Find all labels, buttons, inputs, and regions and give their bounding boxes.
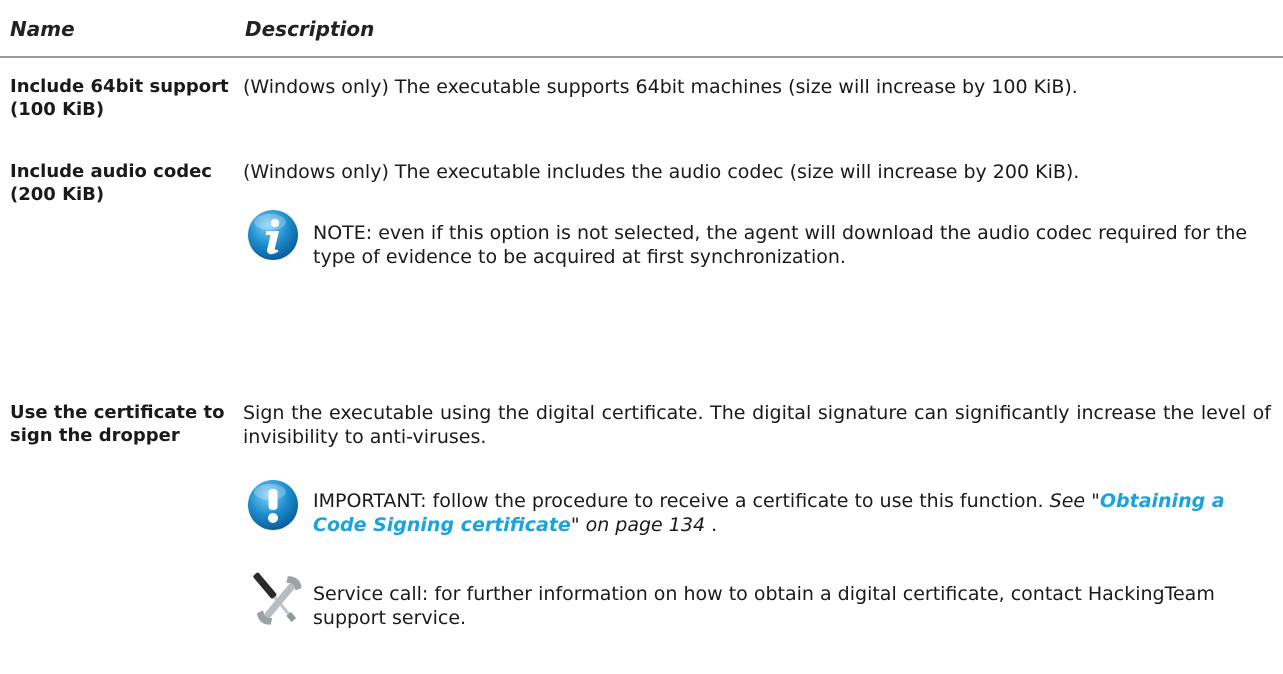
row-name-certificate: Use the certificate to sign the dropper bbox=[10, 402, 225, 446]
row-desc-audio-codec: (Windows only) The executable includes t… bbox=[243, 161, 1080, 183]
tools-icon bbox=[246, 572, 310, 636]
row-name-audio-codec: Include audio codec (200 KiB) bbox=[10, 161, 212, 205]
important-body: IMPORTANT: follow the procedure to recei… bbox=[313, 490, 1044, 512]
row-desc-64bit: (Windows only) The executable supports 6… bbox=[243, 76, 1078, 98]
see-ref-end: . bbox=[705, 514, 718, 536]
name-column-header: Name bbox=[10, 17, 75, 41]
see-ref-prefix: See " bbox=[1049, 490, 1100, 512]
note-text: NOTE: even if this option is not selecte… bbox=[313, 222, 1248, 268]
description-column-header: Description bbox=[245, 17, 375, 41]
table-header: Name Description bbox=[0, 0, 1283, 57]
see-ref-suffix: " on page 134 bbox=[570, 514, 706, 536]
info-icon bbox=[246, 208, 300, 266]
header-divider bbox=[0, 56, 1283, 58]
row-desc-certificate: Sign the executable using the digital ce… bbox=[243, 402, 1271, 448]
important-icon bbox=[246, 478, 300, 536]
important-text: IMPORTANT: follow the procedure to recei… bbox=[313, 489, 1253, 537]
row-name-64bit: Include 64bit support (100 KiB) bbox=[10, 76, 229, 120]
service-call-text: Service call: for further information on… bbox=[313, 583, 1215, 629]
